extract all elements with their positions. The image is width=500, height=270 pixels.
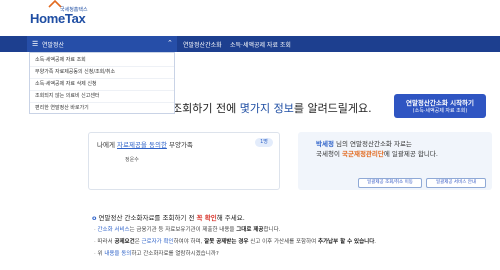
page-headline: 조회하기 전에 몇가지 정보를 알려드릴게요. bbox=[172, 102, 372, 115]
notice-title: o 연말정산 간소화자료를 조회하기 전 꼭 확인해 주세요. bbox=[92, 214, 245, 222]
start-button-subtitle: (소득·세액공제 자료 조회) bbox=[412, 108, 468, 114]
menu-icon: ☰ bbox=[32, 40, 39, 48]
notice-row-3: · 위 내용을 동의하고 간소화자료를 열람하시겠습니까? bbox=[94, 251, 219, 257]
start-button-title: 연말정산간소화 시작하기 bbox=[405, 99, 475, 107]
header: 국세청홈택스 HomeTax bbox=[0, 0, 500, 36]
dependents-count-badge: 1명 bbox=[255, 138, 273, 147]
agency-name: 국군재정관리단 bbox=[342, 150, 384, 158]
nav-active-label: 연말정산 bbox=[42, 42, 65, 49]
nav-menu-year-end-settlement[interactable]: ☰ 연말정산 ⌃ bbox=[27, 36, 177, 52]
dependent-name[interactable]: 정운수 bbox=[125, 156, 139, 163]
consent-highlight: 자료제공을 동의한 bbox=[117, 141, 167, 149]
hometax-logo[interactable]: HomeTax bbox=[30, 11, 86, 26]
main-nav: ☰ 연말정산 ⌃ 연말정산간소화 소득·세액공제 자료 조회 bbox=[0, 36, 500, 52]
chevron-up-icon: ⌃ bbox=[167, 39, 173, 47]
notice-warning: 꼭 확인 bbox=[196, 214, 217, 222]
nav-item-simplified[interactable]: 연말정산간소화 bbox=[183, 40, 222, 49]
notice-section: o 연말정산 간소화자료를 조회하기 전 꼭 확인해 주세요. · 간소화 서비… bbox=[88, 210, 488, 270]
nav-item-deduction-lookup[interactable]: 소득·세액공제 자료 조회 bbox=[230, 40, 291, 49]
dropdown-item[interactable]: 부양가족 자료제공동의 신청/조회/취소 bbox=[35, 68, 115, 75]
divider bbox=[30, 66, 174, 67]
provision-line-2: 국세청이 국군재정관리단에 일괄제공 합니다. bbox=[316, 150, 438, 158]
start-simplified-button[interactable]: 연말정산간소화 시작하기 (소득·세액공제 자료 조회) bbox=[394, 94, 486, 118]
consenting-dependents-panel: 나에게 자료제공을 동의한 부양가족 1명 정운수 bbox=[88, 132, 280, 190]
bulk-provision-panel: 박세정 님의 연말정산간소화 자료는 국세청이 국군재정관리단에 일괄제공 합니… bbox=[298, 132, 492, 190]
bulk-provision-guide-button[interactable]: 일괄제공 서비스 안내 bbox=[426, 178, 486, 188]
divider bbox=[30, 78, 174, 79]
divider bbox=[30, 90, 174, 91]
user-name: 박세정 bbox=[316, 140, 334, 148]
dropdown-menu: 소득·세액공제 자료 조회 부양가족 자료제공동의 신청/조회/취소 소득·세액… bbox=[29, 52, 175, 114]
dropdown-item[interactable]: 소득·세액공제 자료 삭제 신청 bbox=[35, 80, 97, 87]
headline-highlight: 몇가지 정보 bbox=[239, 102, 294, 115]
dependents-title: 나에게 자료제공을 동의한 부양가족 bbox=[97, 141, 193, 149]
dropdown-item[interactable]: 조회되지 않는 의료비 신고센터 bbox=[35, 92, 100, 99]
divider bbox=[30, 102, 174, 103]
notice-row-1: · 간소화 서비스는 금융기관 등 자료보유기관이 제출한 내용을 그대로 제공… bbox=[94, 227, 281, 233]
dropdown-item[interactable]: 소득·세액공제 자료 조회 bbox=[35, 56, 86, 63]
dropdown-item[interactable]: 편리한 연말정산 바로가기 bbox=[35, 104, 89, 111]
bulk-provision-lookup-button[interactable]: 일괄제공 조회/취소 이동 bbox=[358, 178, 422, 188]
provision-line-1: 박세정 님의 연말정산간소화 자료는 bbox=[316, 140, 412, 148]
notice-row-2: · 따라서 공제요건은 근로자가 확인하여야 하며, 잘못 공제받는 경우 신고… bbox=[94, 239, 377, 245]
notice-dot-icon: o bbox=[92, 214, 97, 222]
